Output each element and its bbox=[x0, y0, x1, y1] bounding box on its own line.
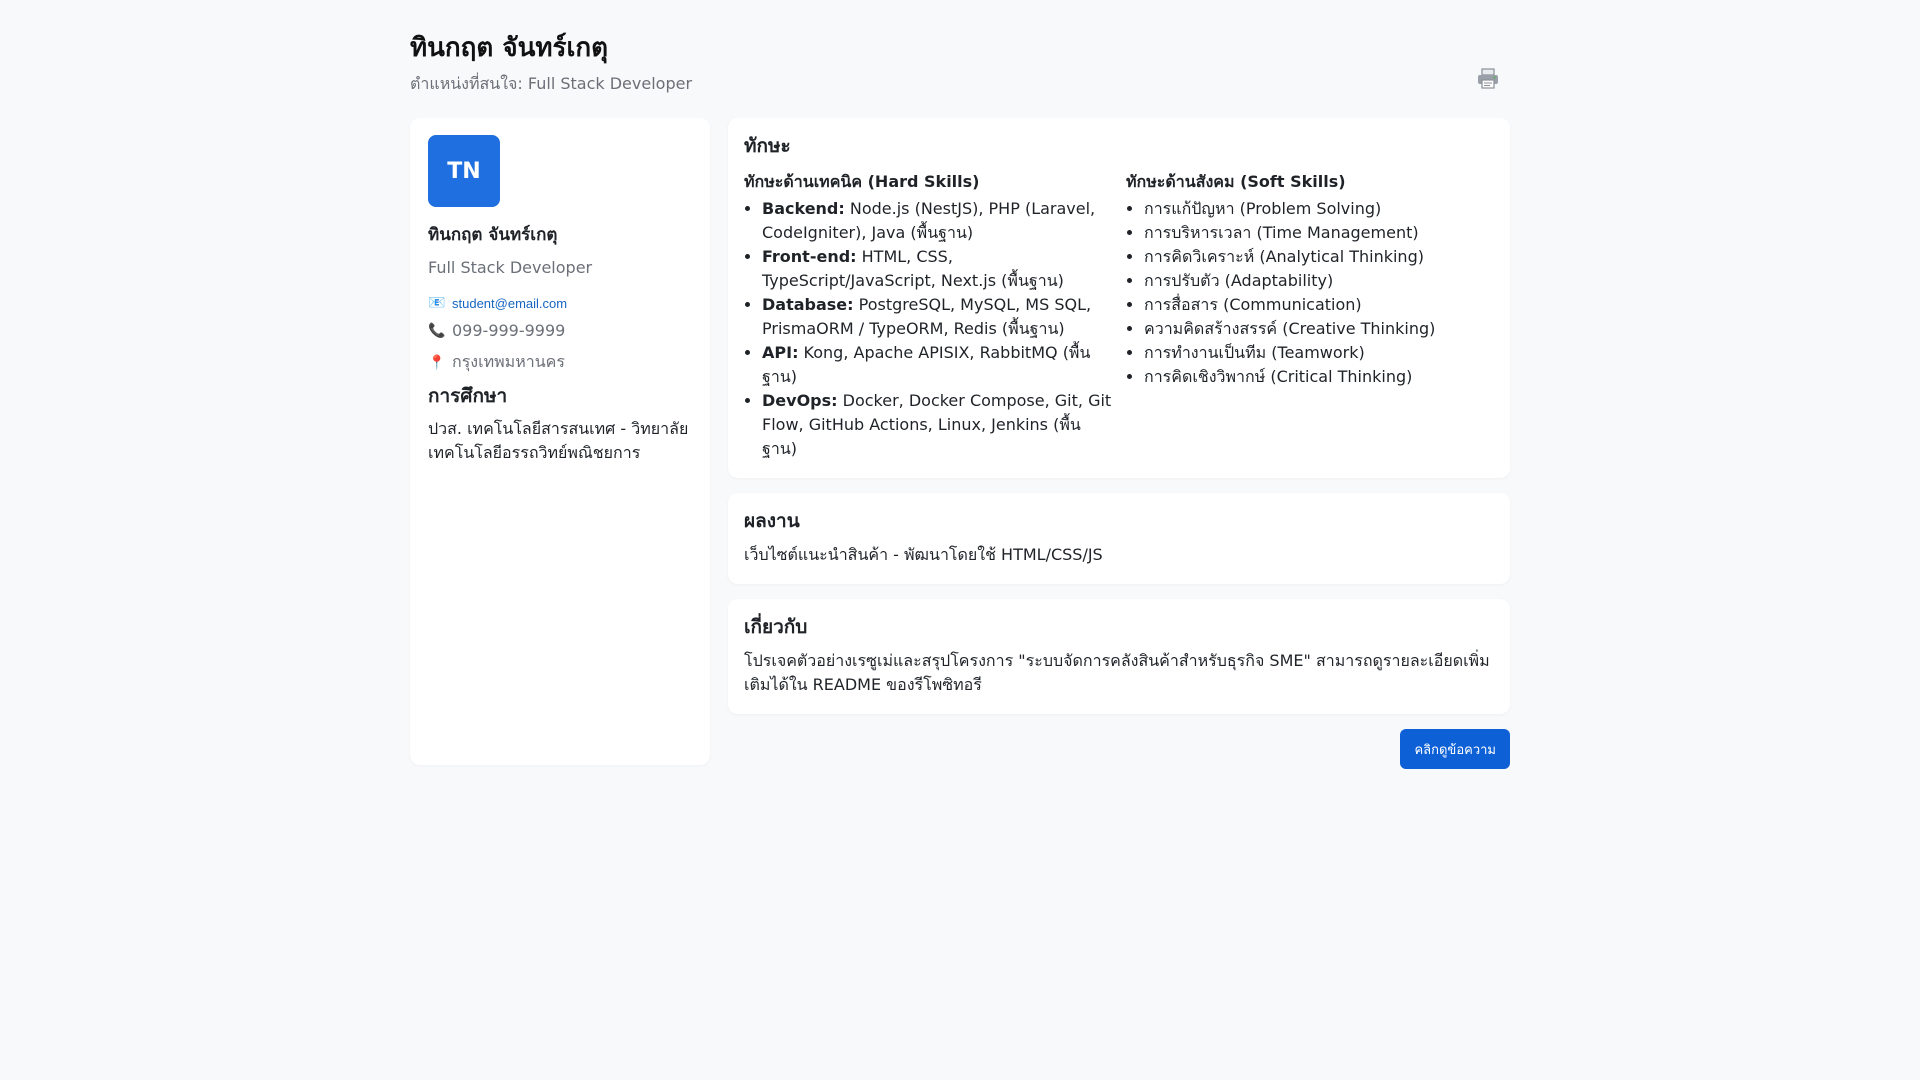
skill-label: DevOps: bbox=[762, 391, 838, 410]
location-text: กรุงเทพมหานคร bbox=[452, 352, 565, 371]
list-item: API: Kong, Apache APISIX, RabbitMQ (พื้น… bbox=[762, 341, 1112, 389]
about-card: เกี่ยวกับ โปรเจคตัวอย่างเรซูเม่และสรุปโค… bbox=[728, 599, 1510, 714]
phone-text: 099-999-9999 bbox=[452, 321, 566, 340]
education-text: ปวส. เทคโนโลยีสารสนเทศ - วิทยาลัยเทคโนโล… bbox=[428, 419, 689, 462]
hard-skills-heading: ทักษะด้านเทคนิค (Hard Skills) bbox=[744, 172, 980, 191]
list-item: การทำงานเป็นทีม (Teamwork) bbox=[1144, 341, 1494, 365]
hard-skills-list: Backend: Node.js (NestJS), PHP (Laravel,… bbox=[744, 197, 1112, 461]
works-card: ผลงาน เว็บไซต์แนะนำสินค้า - พัฒนาโดยใช้ … bbox=[728, 493, 1510, 584]
list-item: DevOps: Docker, Docker Compose, Git, Git… bbox=[762, 389, 1112, 461]
contact-email: 📧 student@email.com bbox=[428, 295, 692, 311]
about-heading: เกี่ยวกับ bbox=[744, 616, 808, 638]
resume-page: ทินกฤต จันทร์เกตุ ตำแหน่งที่สนใจ: Full S… bbox=[410, 0, 1510, 769]
profile-name: ทินกฤต จันทร์เกตุ bbox=[428, 225, 558, 245]
skill-label: API: bbox=[762, 343, 799, 362]
actions-row: คลิกดูข้อความ bbox=[728, 729, 1510, 769]
skills-card: ทักษะ ทักษะด้านเทคนิค (Hard Skills) Back… bbox=[728, 118, 1510, 478]
hard-skills-column: ทักษะด้านเทคนิค (Hard Skills) Backend: N… bbox=[744, 170, 1112, 461]
phone-icon: 📞 bbox=[428, 322, 446, 339]
soft-skills-list: การแก้ปัญหา (Problem Solving) การบริหารเ… bbox=[1126, 197, 1494, 389]
list-item: การคิดวิเคราะห์ (Analytical Thinking) bbox=[1144, 245, 1494, 269]
soft-skills-heading: ทักษะด้านสังคม (Soft Skills) bbox=[1126, 172, 1346, 191]
list-item: การคิดเชิงวิพากษ์ (Critical Thinking) bbox=[1144, 365, 1494, 389]
list-item: Database: PostgreSQL, MySQL, MS SQL, Pri… bbox=[762, 293, 1112, 341]
list-item: Front-end: HTML, CSS, TypeScript/JavaScr… bbox=[762, 245, 1112, 293]
page-subtitle: ตำแหน่งที่สนใจ: Full Stack Developer bbox=[410, 74, 693, 93]
skills-columns: ทักษะด้านเทคนิค (Hard Skills) Backend: N… bbox=[744, 170, 1494, 461]
list-item: การปรับตัว (Adaptability) bbox=[1144, 269, 1494, 293]
contact-phone: 📞 099-999-9999 bbox=[428, 321, 692, 340]
page-header: ทินกฤต จันทร์เกตุ ตำแหน่งที่สนใจ: Full S… bbox=[410, 30, 1510, 118]
avatar: TN bbox=[428, 135, 500, 207]
soft-skills-column: ทักษะด้านสังคม (Soft Skills) การแก้ปัญหา… bbox=[1126, 170, 1494, 461]
education-heading: การศึกษา bbox=[428, 385, 508, 407]
email-icon: 📧 bbox=[428, 295, 446, 311]
skills-heading: ทักษะ bbox=[744, 135, 791, 157]
list-item: Backend: Node.js (NestJS), PHP (Laravel,… bbox=[762, 197, 1112, 245]
skill-label: Front-end: bbox=[762, 247, 857, 266]
location-pin-icon: 📍 bbox=[428, 354, 446, 371]
skill-label: Database: bbox=[762, 295, 854, 314]
printer-icon[interactable] bbox=[1476, 68, 1500, 90]
skill-label: Backend: bbox=[762, 199, 845, 218]
profile-role: Full Stack Developer bbox=[428, 258, 593, 277]
list-item: การแก้ปัญหา (Problem Solving) bbox=[1144, 197, 1494, 221]
works-text: เว็บไซต์แนะนำสินค้า - พัฒนาโดยใช้ HTML/C… bbox=[744, 545, 1103, 564]
works-heading: ผลงาน bbox=[744, 510, 800, 532]
content-layout: TN ทินกฤต จันทร์เกตุ Full Stack Develope… bbox=[410, 118, 1510, 769]
page-title: ทินกฤต จันทร์เกตุ bbox=[410, 33, 608, 63]
skill-text: Kong, Apache APISIX, RabbitMQ (พื้นฐาน) bbox=[762, 343, 1091, 386]
list-item: การบริหารเวลา (Time Management) bbox=[1144, 221, 1494, 245]
list-item: การสื่อสาร (Communication) bbox=[1144, 293, 1494, 317]
profile-sidebar: TN ทินกฤต จันทร์เกตุ Full Stack Develope… bbox=[410, 118, 710, 765]
view-message-button[interactable]: คลิกดูข้อความ bbox=[1400, 729, 1510, 769]
about-text: โปรเจคตัวอย่างเรซูเม่และสรุปโครงการ "ระบ… bbox=[744, 651, 1490, 694]
list-item: ความคิดสร้างสรรค์ (Creative Thinking) bbox=[1144, 317, 1494, 341]
contact-location: 📍 กรุงเทพมหานคร bbox=[428, 350, 692, 375]
email-link[interactable]: student@email.com bbox=[452, 296, 567, 311]
main-content: ทักษะ ทักษะด้านเทคนิค (Hard Skills) Back… bbox=[728, 118, 1510, 769]
